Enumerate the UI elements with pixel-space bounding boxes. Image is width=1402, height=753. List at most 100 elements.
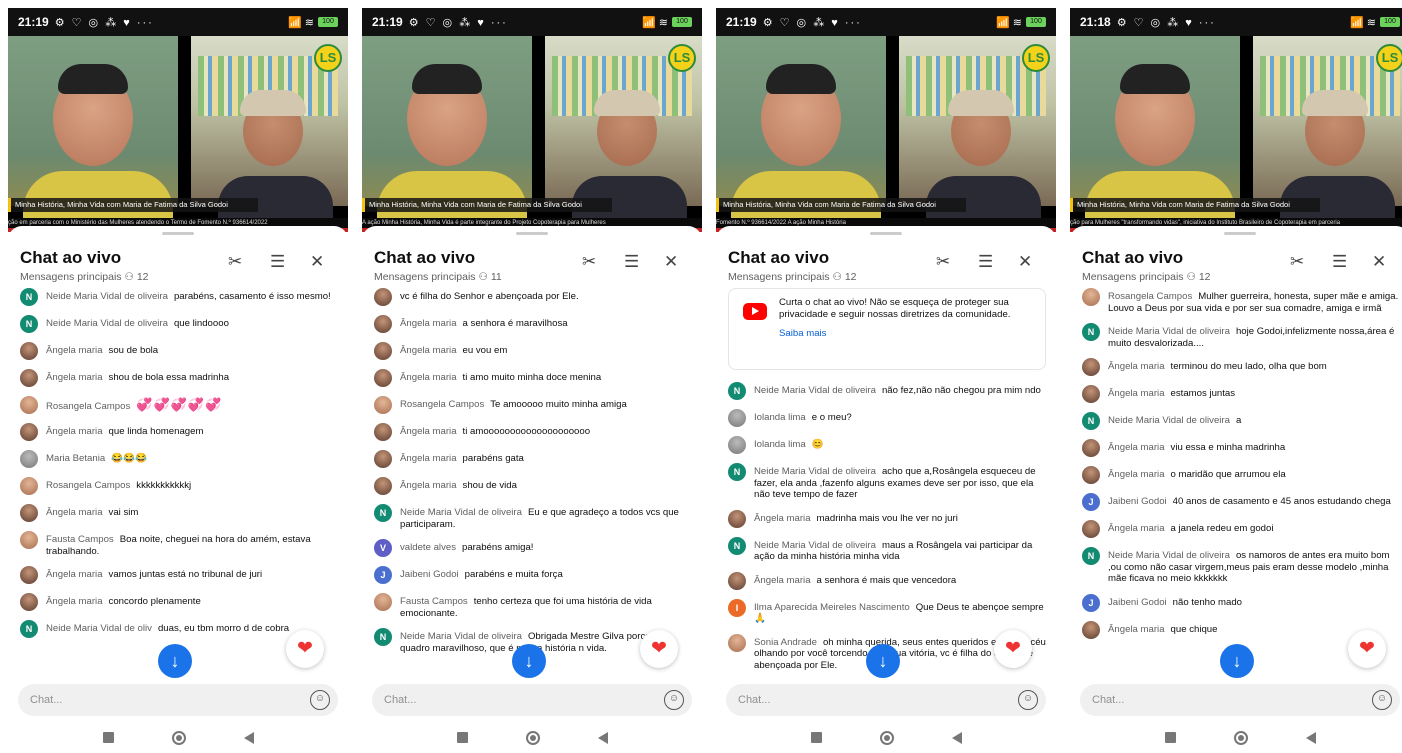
chat-input[interactable]: Chat... ☺	[372, 684, 692, 716]
chat-subtitle[interactable]: Mensagens principais ⚇ 12	[20, 271, 149, 283]
message-author[interactable]: Jaibeni Godoi	[400, 569, 459, 580]
nav-back-icon[interactable]	[597, 731, 608, 744]
scissors-icon[interactable]: ✂	[582, 252, 596, 272]
message-author[interactable]: Rosangela Campos	[46, 480, 130, 491]
message-author[interactable]: Neide Maria Vidal de oliveira	[1108, 550, 1230, 561]
avatar[interactable]	[374, 423, 392, 441]
close-icon[interactable]: ✕	[664, 252, 678, 272]
nav-home-square-icon[interactable]	[1164, 732, 1176, 743]
message-author[interactable]: Neide Maria Vidal de oliveira	[46, 318, 168, 329]
chat-subtitle[interactable]: Mensagens principais ⚇ 12	[1082, 271, 1211, 283]
avatar[interactable]	[728, 409, 746, 427]
message-author[interactable]: Rosangela Campos	[400, 399, 484, 410]
avatar[interactable]	[1082, 385, 1100, 403]
message-author[interactable]: Ângela maria	[46, 345, 103, 356]
nav-back-icon[interactable]	[951, 731, 962, 744]
avatar[interactable]	[374, 593, 392, 611]
message-author[interactable]: Ângela maria	[400, 372, 457, 383]
avatar[interactable]	[20, 593, 38, 611]
message-author[interactable]: Ilma Aparecida Meireles Nascimento	[754, 602, 910, 613]
drag-handle[interactable]	[1224, 232, 1256, 235]
avatar[interactable]	[374, 450, 392, 468]
message-author[interactable]: Ângela maria	[1108, 388, 1165, 399]
message-author[interactable]: Ângela maria	[1108, 624, 1165, 635]
message-author[interactable]: Neide Maria Vidal de oliveira	[1108, 326, 1230, 337]
message-author[interactable]: Ângela maria	[754, 575, 811, 586]
emoji-icon[interactable]: ☺	[664, 690, 684, 710]
message-author[interactable]: Ângela maria	[400, 453, 457, 464]
avatar[interactable]	[20, 477, 38, 495]
scroll-down-button[interactable]: ↓	[158, 644, 192, 678]
heart-reaction-button[interactable]: ❤	[994, 630, 1032, 668]
message-author[interactable]: Neide Maria Vidal de oliv	[46, 623, 152, 634]
avatar[interactable]	[20, 342, 38, 360]
message-author[interactable]: Neide Maria Vidal de oliveira	[400, 507, 522, 518]
chat-input[interactable]: Chat... ☺	[726, 684, 1046, 716]
message-author[interactable]: Jaibeni Godoi	[1108, 597, 1167, 608]
avatar[interactable]	[20, 450, 38, 468]
heart-reaction-button[interactable]: ❤	[640, 630, 678, 668]
sliders-icon[interactable]: ☰	[978, 252, 993, 272]
avatar[interactable]: N	[374, 628, 392, 646]
live-video[interactable]: LS Minha História, Minha Vida com Maria d…	[716, 36, 1056, 232]
avatar[interactable]	[20, 369, 38, 387]
avatar[interactable]	[1082, 288, 1100, 306]
nav-back-icon[interactable]	[1305, 731, 1316, 744]
avatar[interactable]	[374, 342, 392, 360]
message-author[interactable]: Sonia Andrade	[754, 637, 817, 648]
avatar[interactable]: J	[374, 566, 392, 584]
message-author[interactable]: Neide Maria Vidal de oliveira	[754, 466, 876, 477]
avatar[interactable]	[1082, 520, 1100, 538]
message-author[interactable]: Ângela maria	[1108, 469, 1165, 480]
message-author[interactable]: valdete alves	[400, 542, 456, 553]
message-author[interactable]: Fausta Campos	[400, 596, 468, 607]
nav-home-square-icon[interactable]	[810, 732, 822, 743]
drag-handle[interactable]	[870, 232, 902, 235]
close-icon[interactable]: ✕	[1018, 252, 1032, 272]
nav-back-icon[interactable]	[243, 731, 254, 744]
message-author[interactable]: Neide Maria Vidal de oliveira	[46, 291, 168, 302]
avatar[interactable]	[374, 315, 392, 333]
avatar[interactable]	[728, 571, 746, 590]
message-author[interactable]: Jaibeni Godoi	[1108, 496, 1167, 507]
scroll-down-button[interactable]: ↓	[512, 644, 546, 678]
message-author[interactable]: Ângela maria	[1108, 361, 1165, 372]
message-author[interactable]: Ângela maria	[400, 426, 457, 437]
scroll-down-button[interactable]: ↓	[1220, 644, 1254, 678]
message-author[interactable]: Maria Betania	[46, 453, 105, 464]
avatar[interactable]	[728, 633, 746, 652]
drag-handle[interactable]	[162, 232, 194, 235]
avatar[interactable]	[1082, 358, 1100, 376]
message-author[interactable]: Neide Maria Vidal de oliveira	[400, 631, 522, 642]
message-author[interactable]: Ângela maria	[400, 318, 457, 329]
avatar[interactable]: N	[728, 536, 746, 555]
avatar[interactable]: N	[20, 288, 38, 306]
avatar[interactable]	[1082, 620, 1100, 639]
message-author[interactable]: Neide Maria Vidal de oliveira	[1108, 415, 1230, 426]
avatar[interactable]: J	[1082, 493, 1100, 511]
nav-circle-icon[interactable]	[525, 730, 540, 745]
avatar[interactable]: N	[1082, 412, 1100, 430]
message-author[interactable]: Ângela maria	[1108, 523, 1165, 534]
emoji-icon[interactable]: ☺	[1018, 690, 1038, 710]
avatar[interactable]: N	[374, 504, 392, 522]
message-author[interactable]: Fausta Campos	[46, 534, 114, 545]
avatar[interactable]	[20, 566, 38, 584]
avatar[interactable]: J	[1082, 593, 1100, 612]
message-author[interactable]: Neide Maria Vidal de oliveira	[754, 540, 876, 551]
avatar[interactable]	[374, 369, 392, 387]
saiba-mais-link[interactable]: Saiba mais	[779, 328, 1037, 340]
avatar[interactable]: N	[728, 382, 746, 400]
chat-message-list[interactable]: Rosangela Campos Mulher guerreira, honest…	[1082, 288, 1400, 678]
sliders-icon[interactable]: ☰	[270, 252, 285, 272]
drag-handle[interactable]	[516, 232, 548, 235]
message-author[interactable]: Ângela maria	[400, 345, 457, 356]
chat-message-list[interactable]: vc é filha do Senhor e abençoada por Ele…	[374, 288, 692, 678]
avatar[interactable]	[1082, 439, 1100, 457]
avatar[interactable]	[20, 423, 38, 441]
close-icon[interactable]: ✕	[1372, 252, 1386, 272]
message-author[interactable]: Ângela maria	[46, 372, 103, 383]
avatar[interactable]	[374, 288, 392, 306]
scroll-down-button[interactable]: ↓	[866, 644, 900, 678]
message-author[interactable]: Iolanda lima	[754, 439, 806, 450]
